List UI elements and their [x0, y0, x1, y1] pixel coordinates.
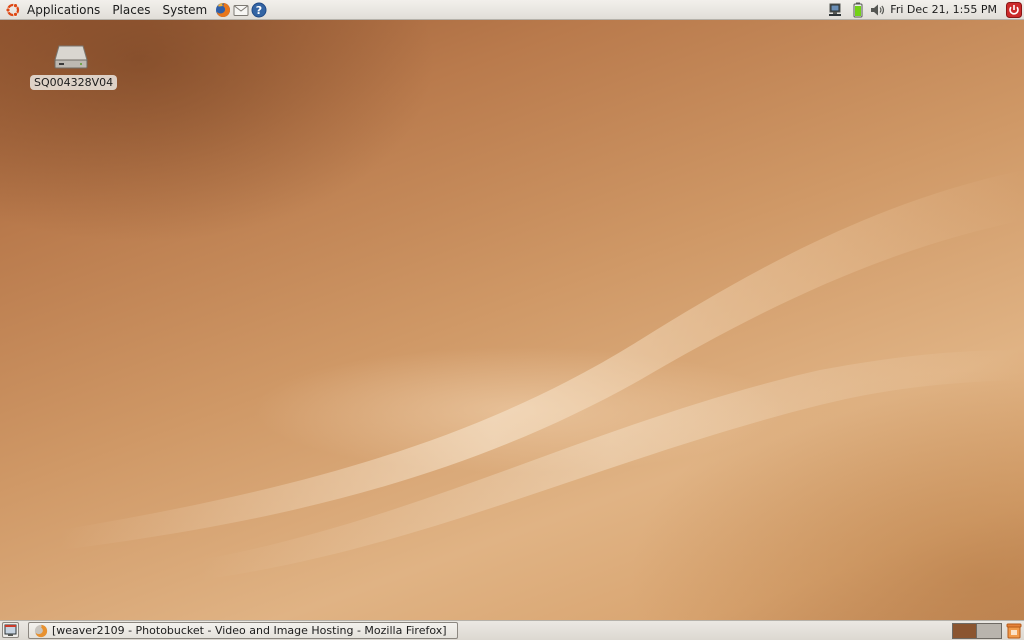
battery-icon[interactable] — [850, 2, 866, 18]
mail-icon[interactable] — [233, 2, 249, 18]
volume-icon[interactable] — [869, 2, 885, 18]
show-desktop-button[interactable] — [2, 622, 19, 638]
drive-icon — [54, 45, 88, 69]
top-panel: Applications Places System ? Fri Dec 21,… — [0, 0, 1024, 20]
menu-applications[interactable]: Applications — [21, 0, 106, 20]
workspace-2[interactable] — [977, 623, 1002, 639]
taskbar-window-firefox[interactable]: [weaver2109 - Photobucket - Video and Im… — [28, 622, 458, 639]
bottom-panel: [weaver2109 - Photobucket - Video and Im… — [0, 620, 1024, 640]
taskbar-window-title: [weaver2109 - Photobucket - Video and Im… — [52, 624, 447, 637]
firefox-icon — [34, 624, 48, 637]
help-icon[interactable]: ? — [251, 2, 267, 18]
clock[interactable]: Fri Dec 21, 1:55 PM — [886, 0, 1005, 19]
desktop-icon-drive[interactable]: SQ004328V04 — [30, 42, 118, 90]
show-desktop-icon — [4, 624, 17, 636]
ubuntu-logo-icon[interactable] — [5, 2, 21, 18]
menu-system[interactable]: System — [156, 0, 213, 20]
power-icon[interactable] — [1006, 1, 1022, 18]
desktop-wallpaper[interactable]: SQ004328V04 — [0, 20, 1024, 620]
menu-places[interactable]: Places — [106, 0, 156, 20]
system-tray: Fri Dec 21, 1:55 PM — [826, 0, 1024, 19]
workspace-1[interactable] — [952, 623, 977, 639]
workspace-switcher — [952, 623, 1002, 639]
screen: SQ004328V04 Applications Places System ?… — [0, 0, 1024, 640]
network-icon[interactable] — [827, 2, 843, 18]
svg-text:?: ? — [256, 4, 262, 17]
desktop-icon-label[interactable]: SQ004328V04 — [30, 75, 118, 90]
trash-icon[interactable] — [1006, 623, 1022, 639]
firefox-icon[interactable] — [215, 2, 231, 18]
wallpaper-swoosh — [60, 170, 1024, 580]
